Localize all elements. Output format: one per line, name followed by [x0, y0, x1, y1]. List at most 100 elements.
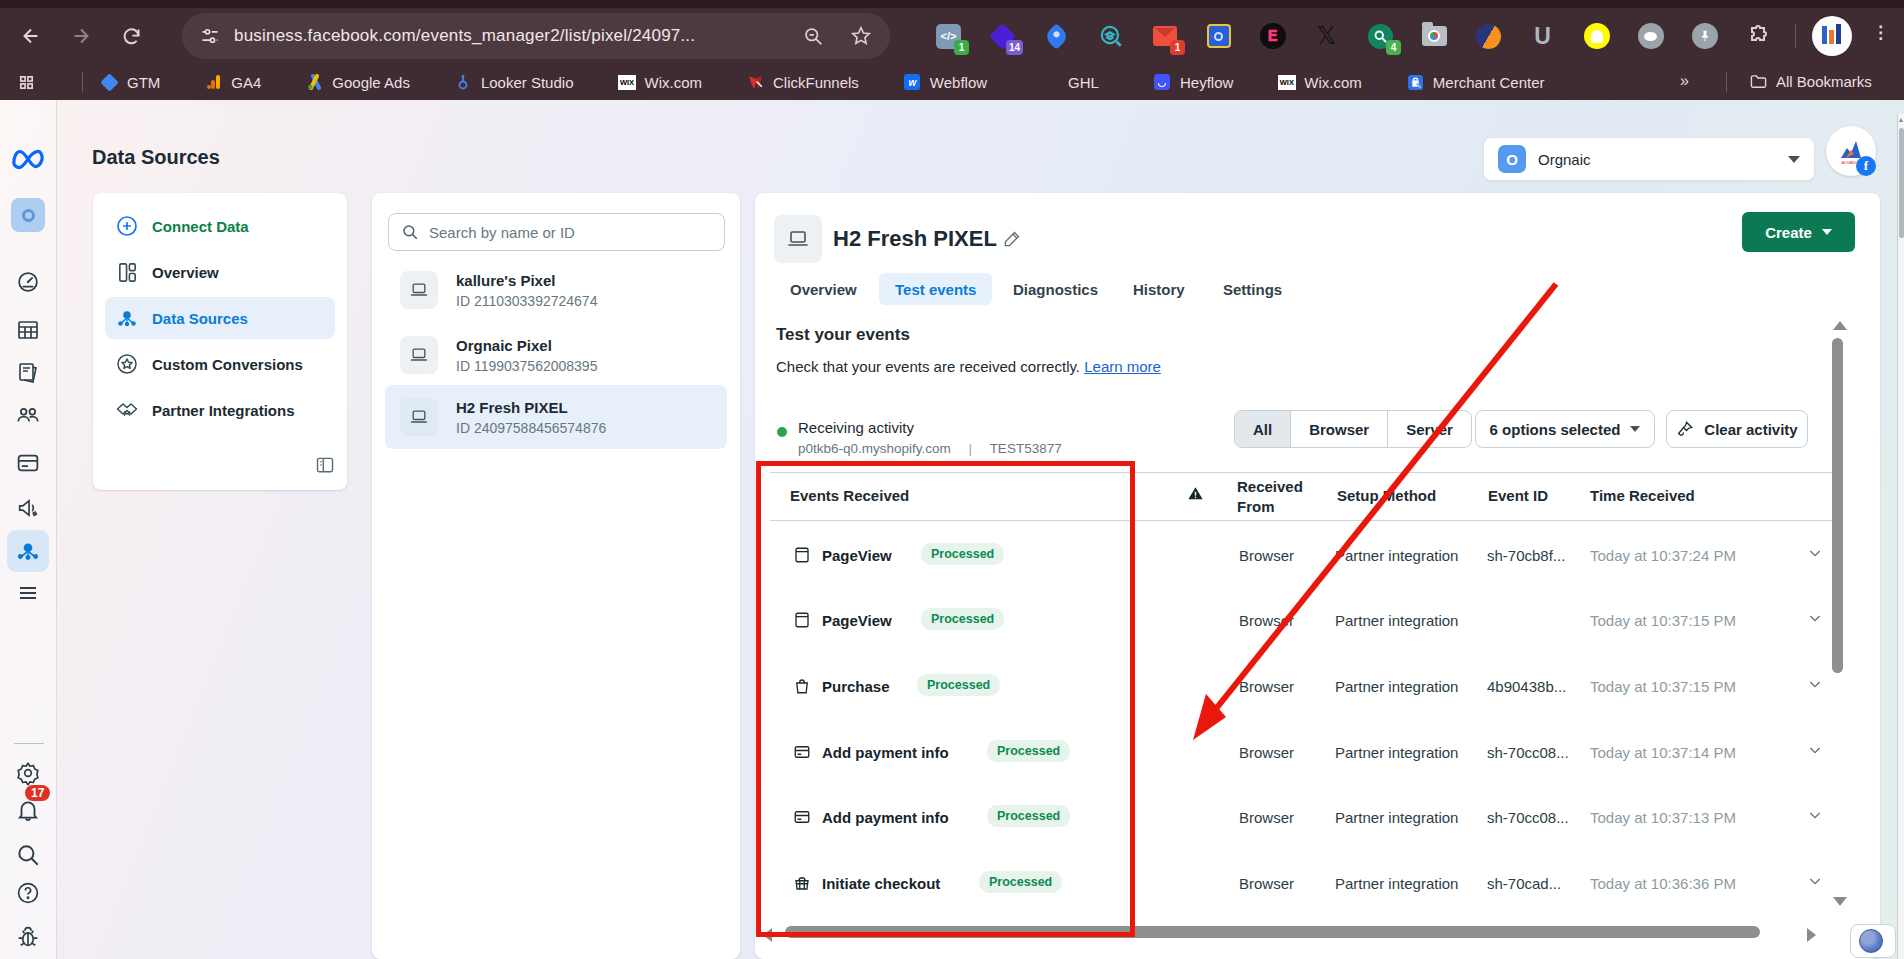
meta-logo[interactable] — [11, 149, 45, 171]
url-text[interactable]: business.facebook.com/events_manager2/li… — [234, 26, 803, 46]
bookmark-wix[interactable]: WIX Wix.com — [618, 74, 702, 91]
nav-data-sources[interactable]: Data Sources — [105, 297, 335, 339]
extension-snapchat-icon[interactable] — [1583, 23, 1610, 50]
page-scroll-up-arrow[interactable] — [1899, 118, 1903, 122]
collapse-panel-icon[interactable] — [315, 455, 335, 475]
pixel-item-h2-fresh[interactable]: H2 Fresh PIXELID 24097588456574876 — [385, 385, 727, 449]
rail-bug-icon[interactable] — [16, 925, 41, 950]
extension-swirl-icon[interactable] — [1475, 23, 1502, 50]
expand-row-chevron[interactable] — [1807, 676, 1823, 692]
tab-settings[interactable]: Settings — [1223, 273, 1282, 305]
bookmark-webflow[interactable]: w Webflow — [904, 74, 987, 91]
edit-pixel-icon[interactable] — [1003, 229, 1022, 248]
filter-server[interactable]: Server — [1388, 411, 1471, 447]
all-bookmarks[interactable]: All Bookmarks — [1750, 73, 1872, 90]
clear-activity-button[interactable]: Clear activity — [1666, 410, 1808, 448]
rail-billing-icon[interactable] — [16, 451, 41, 476]
extension-s-icon[interactable]: 𝐄 — [1259, 23, 1286, 50]
pixel-search-input[interactable]: Search by name or ID — [388, 213, 725, 251]
extension-folder-icon[interactable] — [1421, 23, 1448, 50]
extension-lens-icon[interactable] — [1097, 23, 1124, 50]
vertical-scroll-down-arrow[interactable] — [1833, 897, 1847, 906]
zoom-icon[interactable] — [803, 26, 824, 47]
tab-test-events[interactable]: Test events — [879, 273, 992, 305]
nav-connect-data[interactable]: Connect Data — [105, 205, 335, 247]
extension-u-icon[interactable]: U — [1529, 23, 1556, 50]
expand-row-chevron[interactable] — [1807, 873, 1823, 889]
business-selector[interactable]: O Orgnaic — [1483, 137, 1815, 181]
pixel-item-orgnaic[interactable]: Orgnaic PixelID 1199037562008395 — [385, 323, 727, 387]
bookmarks-overflow-chevron[interactable]: » — [1680, 72, 1689, 90]
extension-frame-icon[interactable] — [1205, 23, 1232, 50]
page-scrollbar-thumb[interactable] — [1899, 128, 1904, 238]
options-dropdown[interactable]: 6 options selected — [1475, 410, 1655, 448]
extension-x-icon[interactable]: 𝕏 — [1313, 23, 1340, 50]
rail-menu-icon[interactable] — [16, 581, 40, 605]
nav-partner-integrations[interactable]: Partner Integrations — [105, 389, 335, 431]
forward-button[interactable] — [56, 14, 106, 58]
expand-row-chevron[interactable] — [1807, 610, 1823, 626]
bookmark-ga4[interactable]: GA4 — [205, 74, 261, 91]
rail-overview-icon[interactable] — [16, 270, 41, 295]
bookmark-wix2[interactable]: WIX Wix.com — [1278, 74, 1362, 91]
vertical-scroll-up-arrow[interactable] — [1833, 321, 1847, 330]
browser-menu-icon[interactable]: ⋮ — [1872, 22, 1890, 43]
apps-grid-icon[interactable] — [18, 74, 35, 91]
horizontal-scroll-right-arrow[interactable] — [1807, 928, 1816, 942]
bookmark-clickfunnels[interactable]: ClickFunnels — [747, 74, 859, 91]
tab-diagnostics[interactable]: Diagnostics — [1013, 273, 1098, 305]
create-button[interactable]: Create — [1742, 212, 1855, 252]
learn-more-link[interactable]: Learn more — [1084, 358, 1161, 375]
site-info-icon[interactable] — [200, 26, 220, 46]
extension-reddit-icon[interactable] — [1637, 23, 1664, 50]
pixel-item-kallure[interactable]: kallure's PixelID 2110303392724674 — [385, 258, 727, 322]
bookmark-gtm[interactable]: GTM — [101, 74, 160, 91]
url-bar[interactable]: business.facebook.com/events_manager2/li… — [182, 13, 890, 59]
filter-all[interactable]: All — [1235, 411, 1291, 447]
left-rail: 17 — [0, 100, 57, 959]
toolbar-divider — [1795, 24, 1796, 48]
rail-notifications-icon[interactable]: 17 — [15, 797, 41, 823]
rail-table-icon[interactable] — [16, 318, 40, 342]
expand-row-chevron[interactable] — [1807, 807, 1823, 823]
rail-settings-icon[interactable] — [16, 761, 41, 786]
bookmark-star-icon[interactable] — [850, 25, 872, 47]
bookmark-ghl[interactable]: GHL — [1068, 74, 1099, 91]
extension-diamond-icon[interactable]: 14 — [989, 23, 1016, 50]
profile-avatar[interactable] — [1812, 16, 1852, 56]
nav-custom-conversions[interactable]: Custom Conversions — [105, 343, 335, 385]
tab-overview[interactable]: Overview — [790, 273, 857, 305]
bookmarks-divider-2 — [1726, 72, 1727, 92]
expand-row-chevron[interactable] — [1807, 545, 1823, 561]
rail-ads-icon[interactable] — [16, 496, 41, 521]
rail-search-icon[interactable] — [15, 842, 41, 868]
tab-history[interactable]: History — [1133, 273, 1185, 305]
extension-green-search-icon[interactable]: 4 — [1367, 23, 1394, 50]
extension-pin-icon[interactable] — [1691, 23, 1718, 50]
events-manager-app: 17 Data Sources O Orgnaic ADVANCE f Conn… — [0, 100, 1904, 959]
back-button[interactable] — [6, 14, 56, 58]
bookmark-heyflow[interactable]: Heyflow — [1154, 74, 1233, 91]
extension-mail-icon[interactable]: 1 — [1151, 23, 1178, 50]
vertical-scrollbar-thumb[interactable] — [1832, 338, 1843, 673]
business-shortcut-tile[interactable] — [11, 198, 45, 232]
bookmark-merchant-center[interactable]: Merchant Center — [1407, 74, 1545, 91]
bookmark-google-ads[interactable]: Google Ads — [306, 74, 410, 91]
expand-row-chevron[interactable] — [1807, 742, 1823, 758]
extensions-row: </>1 14 1 𝐄 𝕏 4 U — [935, 8, 1772, 64]
extensions-puzzle-icon[interactable] — [1745, 23, 1772, 50]
account-avatar[interactable]: ADVANCE f — [1826, 126, 1876, 176]
extension-tag-icon[interactable] — [1043, 23, 1070, 50]
rail-data-sources-icon[interactable] — [7, 530, 49, 572]
extension-code-icon[interactable]: </>1 — [935, 23, 962, 50]
annotation-red-rectangle — [756, 461, 1135, 937]
filter-browser[interactable]: Browser — [1291, 411, 1388, 447]
nav-overview[interactable]: Overview — [105, 251, 335, 293]
reload-button[interactable] — [106, 14, 156, 58]
rail-reports-icon[interactable] — [16, 361, 40, 385]
translate-widget[interactable] — [1850, 924, 1896, 958]
rail-help-icon[interactable] — [16, 881, 41, 906]
bookmark-looker-studio[interactable]: Looker Studio — [455, 74, 574, 91]
page-scrollbar-track[interactable] — [1897, 114, 1904, 959]
rail-audiences-icon[interactable] — [15, 402, 41, 428]
